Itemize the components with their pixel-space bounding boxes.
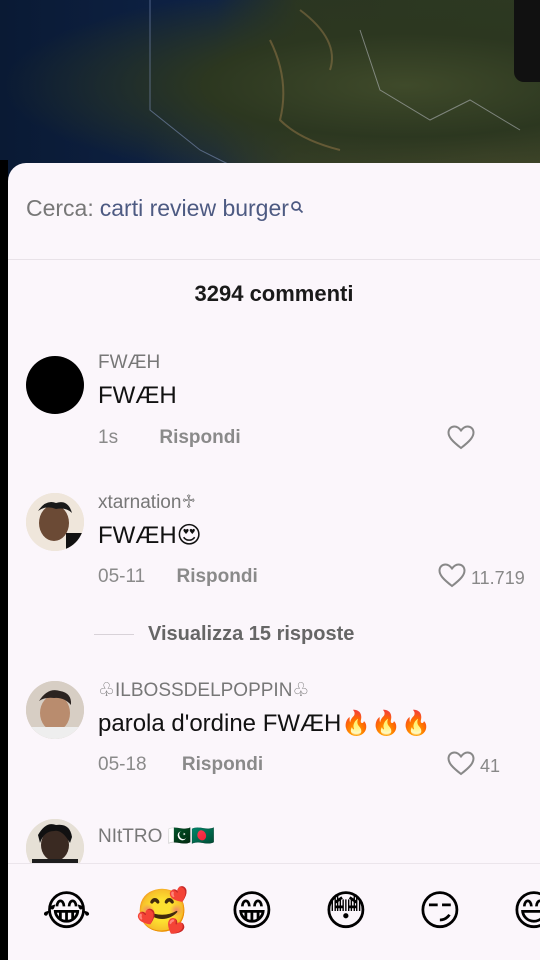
emoji-smirk-button[interactable]: 😏 [418,886,468,936]
comment-meta: 05-18 Rispondi [98,754,263,776]
search-query[interactable]: carti review burger [100,195,289,222]
like-button[interactable]: 41 [447,751,500,781]
comment-time: 05-18 [98,754,147,775]
avatar[interactable] [26,493,84,551]
reply-button[interactable]: Rispondi [182,754,263,775]
comment-username[interactable]: xtarnation♱ [98,491,196,514]
replies-divider-line [94,634,134,635]
emoji-love-button[interactable]: 🥰 [136,886,188,936]
comments-sheet: Cerca: carti review burger 3294 commenti… [8,163,540,960]
reply-button[interactable]: Rispondi [159,427,240,448]
left-edge [0,160,8,960]
emoji-smile-button[interactable]: 😄 [512,886,540,936]
comment-meta: 05-11 Rispondi [98,566,258,588]
avatar[interactable] [26,681,84,739]
search-suggestion[interactable]: Cerca: carti review burger [26,195,304,222]
emoji-quick-bar: 😂 🥰 😁 😳 😏 😄 [8,863,540,960]
avatar[interactable] [26,356,84,414]
reply-button[interactable]: Rispondi [176,566,257,587]
heart-icon [447,425,475,455]
like-count: 11.719 [471,567,525,588]
comment-text: FWÆH [98,382,177,409]
comment-time: 1s [98,427,119,448]
emoji-flushed-button[interactable]: 😳 [324,886,374,936]
emoji-grin-button[interactable]: 😁 [230,886,280,936]
comment-meta: 1s Rispondi [98,427,241,449]
heart-icon [447,751,475,781]
comment-text: parola d'ordine FWÆH🔥🔥🔥 [98,710,431,737]
like-count: 41 [480,755,501,776]
search-label: Cerca: [26,195,94,221]
comment-username[interactable]: FWÆH [98,352,160,374]
comment-username[interactable]: NItTRO 🇵🇰🇧🇩 [98,824,215,848]
view-replies-button[interactable]: Visualizza 15 risposte [94,623,354,646]
status-chip [514,0,540,82]
divider [8,259,540,260]
background-video-frame [0,0,540,190]
search-icon [290,193,304,220]
heart-icon [438,563,466,593]
comment-time: 05-11 [98,566,146,587]
like-button[interactable] [447,425,475,455]
comments-count: 3294 commenti [194,281,354,306]
emoji-laugh-button[interactable]: 😂 [42,886,92,936]
comment-text: FWÆH😍 [98,522,202,549]
view-replies-label[interactable]: Visualizza 15 risposte [148,623,354,646]
like-button[interactable]: 11.719 [438,563,525,593]
comment-username[interactable]: ♧ILBOSSDELPOPPIN♧ [98,679,309,702]
